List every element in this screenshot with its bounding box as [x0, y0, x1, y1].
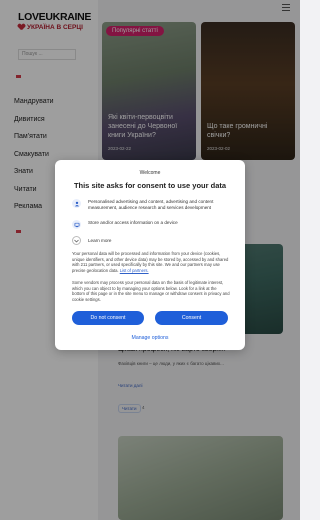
purpose-personalised: Personalised advertising and content, ad… — [72, 199, 236, 211]
chevron-down-icon — [72, 236, 81, 245]
purpose-personalised-text: Personalised advertising and content, ad… — [88, 199, 214, 210]
consent-dialog: Welcome This site asks for consent to us… — [55, 160, 245, 350]
consent-button[interactable]: Consent — [155, 311, 228, 325]
purpose-storage-text: Store and/or access information on a dev… — [88, 220, 178, 225]
purpose-storage: Store and/or access information on a dev… — [72, 220, 236, 229]
manage-options-link[interactable]: Manage options — [55, 335, 245, 341]
consent-paragraph-2: Some vendors may process your personal d… — [72, 280, 230, 302]
consent-paragraph-1: Your personal data will be processed and… — [72, 251, 229, 273]
do-not-consent-button[interactable]: Do not consent — [72, 311, 144, 325]
learn-more-toggle[interactable]: Learn more — [72, 236, 112, 245]
dialog-title: This site asks for consent to use your d… — [73, 181, 227, 190]
person-icon — [72, 199, 81, 208]
list-of-partners-link[interactable]: List of partners. — [120, 268, 149, 273]
learn-more-label: Learn more — [88, 238, 112, 243]
device-icon — [72, 220, 81, 229]
dialog-welcome: Welcome — [139, 170, 161, 176]
